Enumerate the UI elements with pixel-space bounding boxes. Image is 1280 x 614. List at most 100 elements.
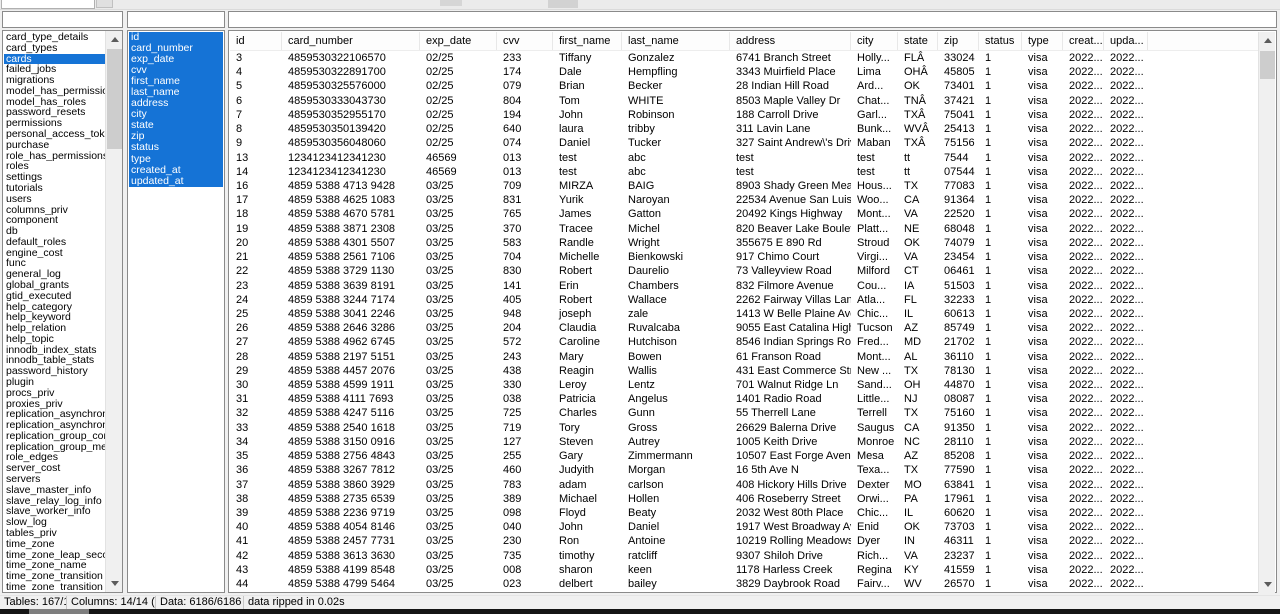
table-row[interactable]: 18 4859 5388 4670 5781 03/25 765 James Gatton… xyxy=(230,207,1258,221)
table-list-item[interactable]: procs_priv xyxy=(4,388,105,399)
column-list-item[interactable]: zip xyxy=(129,131,223,143)
table-list-item[interactable]: plugin xyxy=(4,377,105,388)
table-list-item[interactable]: migrations xyxy=(4,75,105,86)
column-list-item[interactable]: cvv xyxy=(129,65,223,77)
table-list-item[interactable]: settings xyxy=(4,172,105,183)
table-list-item[interactable]: global_grants xyxy=(4,280,105,291)
column-list-item[interactable]: address xyxy=(129,98,223,110)
table-row[interactable]: 24 4859 5388 3244 7174 03/25 405 Robert Walla… xyxy=(230,293,1258,307)
column-list-item[interactable]: exp_date xyxy=(129,54,223,66)
grid-header-cell[interactable]: upda... xyxy=(1104,32,1148,50)
grid-header-cell[interactable]: address xyxy=(730,32,851,50)
table-list-item[interactable]: time_zone_name xyxy=(4,560,105,571)
table-list-item[interactable]: innodb_index_stats xyxy=(4,345,105,356)
table-row[interactable]: 25 4859 5388 3041 2246 03/25 948 joseph zale 1… xyxy=(230,307,1258,321)
table-row[interactable]: 33 4859 5388 2540 1618 03/25 719 Tory Gross 26… xyxy=(230,421,1258,435)
table-list-item[interactable]: tutorials xyxy=(4,183,105,194)
table-row[interactable]: 35 4859 5388 2756 4843 03/25 255 Gary Zimmerm… xyxy=(230,449,1258,463)
table-row[interactable]: 28 4859 5388 2197 5151 03/25 243 Mary Bowen 61… xyxy=(230,350,1258,364)
table-row[interactable]: 7 4859530352955170 02/25 194 John Robinson 188… xyxy=(230,108,1258,122)
table-list-item[interactable]: help_relation xyxy=(4,323,105,334)
table-row[interactable]: 39 4859 5388 2236 9719 03/25 098 Floyd Beaty 2… xyxy=(230,506,1258,520)
table-list-item[interactable]: model_has_permissions xyxy=(4,86,105,97)
column-list-item[interactable]: city xyxy=(129,109,223,121)
grid-scrollbar[interactable] xyxy=(1258,32,1275,593)
table-list-item[interactable]: time_zone_leap_second xyxy=(4,550,105,561)
tables-filter-input[interactable] xyxy=(2,11,123,28)
table-list-item[interactable]: time_zone xyxy=(4,539,105,550)
grid-header-cell[interactable]: exp_date xyxy=(420,32,497,50)
table-row[interactable]: 37 4859 5388 3860 3929 03/25 783 adam carlson… xyxy=(230,478,1258,492)
grid-header-cell[interactable]: zip xyxy=(938,32,979,50)
table-list-item[interactable]: users xyxy=(4,194,105,205)
scroll-up-icon[interactable] xyxy=(1259,32,1276,49)
grid-header-cell[interactable]: city xyxy=(851,32,898,50)
table-list-item[interactable]: password_history xyxy=(4,366,105,377)
table-row[interactable]: 3 4859530322106570 02/25 233 Tiffany Gonzalez… xyxy=(230,51,1258,65)
table-row[interactable]: 41 4859 5388 2457 7731 03/25 230 Ron Antoine 1… xyxy=(230,534,1258,548)
tables-scrollbar[interactable] xyxy=(105,31,122,592)
grid-header-cell[interactable]: last_name xyxy=(622,32,730,50)
scroll-down-icon[interactable] xyxy=(1259,576,1276,593)
table-row[interactable]: 27 4859 5388 4962 6745 03/25 572 Caroline Hut… xyxy=(230,335,1258,349)
table-list-item[interactable]: help_topic xyxy=(4,334,105,345)
column-list-item[interactable]: last_name xyxy=(129,87,223,99)
table-list-item[interactable]: servers xyxy=(4,474,105,485)
table-list-item[interactable]: default_roles xyxy=(4,237,105,248)
table-list-item[interactable]: general_log xyxy=(4,269,105,280)
scroll-down-icon[interactable] xyxy=(106,575,122,592)
table-list-item[interactable]: columns_priv xyxy=(4,205,105,216)
table-row[interactable]: 9 4859530356048060 02/25 074 Daniel Tucker 327… xyxy=(230,136,1258,150)
table-row[interactable]: 6 4859530333043730 02/25 804 Tom WHITE 8503 Ma… xyxy=(230,94,1258,108)
grid-scrollbar-thumb[interactable] xyxy=(1260,51,1275,79)
table-row[interactable]: 19 4859 5388 3871 2308 03/25 370 Tracee Miche… xyxy=(230,222,1258,236)
column-list-item[interactable]: type xyxy=(129,153,223,165)
table-list-item[interactable]: permissions xyxy=(4,118,105,129)
table-row[interactable]: 23 4859 5388 3639 8191 03/25 141 Erin Chamber… xyxy=(230,279,1258,293)
table-list-item[interactable]: innodb_table_stats xyxy=(4,355,105,366)
table-list-item[interactable]: help_keyword xyxy=(4,312,105,323)
table-list-item[interactable]: replication_asynchronous xyxy=(4,409,105,420)
column-list-item[interactable]: created_at xyxy=(129,164,223,176)
table-list-item[interactable]: slave_relay_log_info xyxy=(4,496,105,507)
table-list-item[interactable]: component xyxy=(4,215,105,226)
grid-header-cell[interactable]: card_number xyxy=(282,32,420,50)
columns-filter-input[interactable] xyxy=(127,11,225,28)
table-list-item[interactable]: func xyxy=(4,258,105,269)
table-list-item[interactable]: role_edges xyxy=(4,452,105,463)
table-row[interactable]: 40 4859 5388 4054 8146 03/25 040 John Daniel 1… xyxy=(230,520,1258,534)
table-row[interactable]: 5 4859530325576000 02/25 079 Brian Becker 28 I… xyxy=(230,79,1258,93)
column-list-item[interactable]: first_name xyxy=(129,76,223,88)
table-list-item[interactable]: slow_log xyxy=(4,517,105,528)
scroll-up-icon[interactable] xyxy=(106,31,122,48)
data-grid[interactable]: id card_number exp_date cvv first_name last_n… xyxy=(228,30,1277,593)
table-row[interactable]: 34 4859 5388 3150 0916 03/25 127 Steven Autre… xyxy=(230,435,1258,449)
grid-header-row[interactable]: id card_number exp_date cvv first_name last_n… xyxy=(230,32,1258,51)
table-list-item[interactable]: roles xyxy=(4,161,105,172)
table-row[interactable]: 30 4859 5388 4599 1911 03/25 330 Leroy Lentz 7… xyxy=(230,378,1258,392)
table-list-item[interactable]: replication_asynchronous xyxy=(4,420,105,431)
table-row[interactable]: 13 1234123412341230 46569 013 test abc test tes… xyxy=(230,151,1258,165)
table-list-item[interactable]: server_cost xyxy=(4,463,105,474)
table-list-item[interactable]: tables_priv xyxy=(4,528,105,539)
table-list-item[interactable]: card_type_details xyxy=(4,32,105,43)
table-row[interactable]: 44 4859 5388 4799 5464 03/25 023 delbert bail… xyxy=(230,577,1258,591)
column-list-item[interactable]: state xyxy=(129,120,223,132)
table-list-item[interactable]: replication_group_membe xyxy=(4,442,105,453)
column-list-item[interactable]: card_number xyxy=(129,43,223,55)
table-list-item[interactable]: time_zone_transition_typ xyxy=(4,582,105,591)
table-list-item[interactable]: time_zone_transition xyxy=(4,571,105,582)
table-row[interactable]: 21 4859 5388 2561 7106 03/25 704 Michelle Bie… xyxy=(230,250,1258,264)
grid-header-cell[interactable]: state xyxy=(898,32,938,50)
table-row[interactable]: 4 4859530322891700 02/25 174 Dale Hempfling 33… xyxy=(230,65,1258,79)
columns-list[interactable]: id card_number exp_date cvv first_name last_n… xyxy=(127,30,225,593)
table-row[interactable]: 8 4859530350139420 02/25 640 laura tribby 311 … xyxy=(230,122,1258,136)
table-row[interactable]: 22 4859 5388 3729 1130 03/25 830 Robert Daure… xyxy=(230,264,1258,278)
table-row[interactable]: 36 4859 5388 3267 7812 03/25 460 Judyith Morg… xyxy=(230,463,1258,477)
column-list-item[interactable]: updated_at xyxy=(129,175,223,187)
table-row[interactable]: 14 1234123412341230 46569 013 test abc test tes… xyxy=(230,165,1258,179)
table-row[interactable]: 26 4859 5388 2646 3286 03/25 204 Claudia Ruva… xyxy=(230,321,1258,335)
data-filter-input[interactable] xyxy=(228,11,1277,28)
table-list-item[interactable]: slave_worker_info xyxy=(4,506,105,517)
table-list-item[interactable]: cards xyxy=(4,53,105,65)
